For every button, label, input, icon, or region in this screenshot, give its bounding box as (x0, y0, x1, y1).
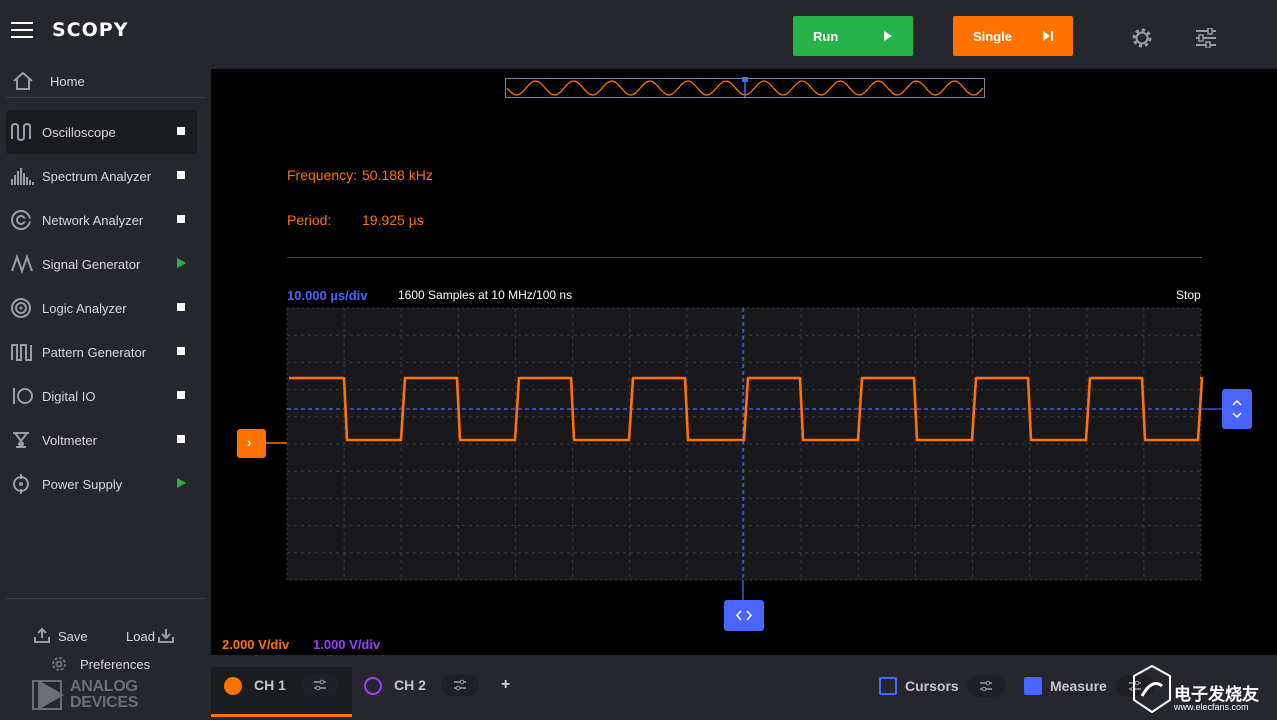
ch1-offset-handle[interactable]: › (237, 429, 266, 458)
chevron-right-icon: › (247, 434, 252, 450)
watermark-logo-icon (1133, 664, 1171, 714)
cursors-settings-button[interactable] (967, 675, 1005, 697)
trigger-position-handle[interactable] (724, 600, 764, 631)
period-value: 19.925 µs (362, 212, 424, 228)
sliders-icon (314, 679, 326, 691)
cursors-toggle[interactable]: Cursors (879, 675, 1009, 699)
tab-ch2[interactable]: CH 2 (351, 667, 492, 717)
samples-info: 1600 Samples at 10 MHz/100 ns (398, 288, 573, 302)
period-label: Period: (287, 212, 332, 228)
add-channel-button[interactable]: + (501, 676, 510, 694)
measure-label: Measure (1050, 678, 1107, 694)
plot-canvas (266, 77, 1222, 600)
acquisition-status: Stop (1176, 288, 1201, 302)
plot-grid (266, 307, 1222, 600)
preferences-label: Preferences (80, 657, 151, 672)
measure-checkbox[interactable] (1024, 677, 1042, 695)
frequency-label: Frequency: (287, 167, 358, 183)
ch2-volts-per-div: 1.000 V/div (313, 637, 381, 652)
trigger-level-handle[interactable] (1222, 389, 1252, 429)
watermark-url: www.elecfans.com (1174, 702, 1249, 712)
ch1-volts-per-div: 2.000 V/div (222, 637, 290, 652)
chevron-left-right-icon (735, 610, 753, 621)
vendor-line-1: ANALOG (70, 678, 138, 695)
ch1-color-dot (224, 677, 242, 695)
vendor-line-2: DEVICES (70, 694, 139, 711)
sliders-icon (454, 679, 466, 691)
ch2-settings-button[interactable] (441, 674, 479, 696)
preferences-gear-icon (52, 657, 66, 671)
divider (287, 257, 1202, 258)
analog-devices-logo: ANALOG DEVICES (32, 678, 152, 714)
watermark: 电子发烧友 www.elecfans.com (1130, 662, 1275, 718)
ch2-color-dot (364, 677, 382, 695)
ch2-label: CH 2 (394, 677, 426, 693)
chevron-up-down-icon (1232, 399, 1242, 419)
ch1-label: CH 1 (254, 677, 286, 693)
bottom-toolbar: CH 1 CH 2 + Cursors Measure (211, 655, 1277, 720)
cursors-checkbox[interactable] (879, 677, 897, 695)
cursors-label: Cursors (905, 678, 959, 694)
sliders-icon (980, 680, 992, 692)
frequency-value: 50.188 kHz (362, 167, 433, 183)
ch1-settings-button[interactable] (301, 674, 339, 696)
time-overview[interactable] (505, 78, 985, 98)
timebase-label: 10.000 µs/div (287, 288, 368, 303)
tab-ch1[interactable]: CH 1 (211, 667, 352, 717)
